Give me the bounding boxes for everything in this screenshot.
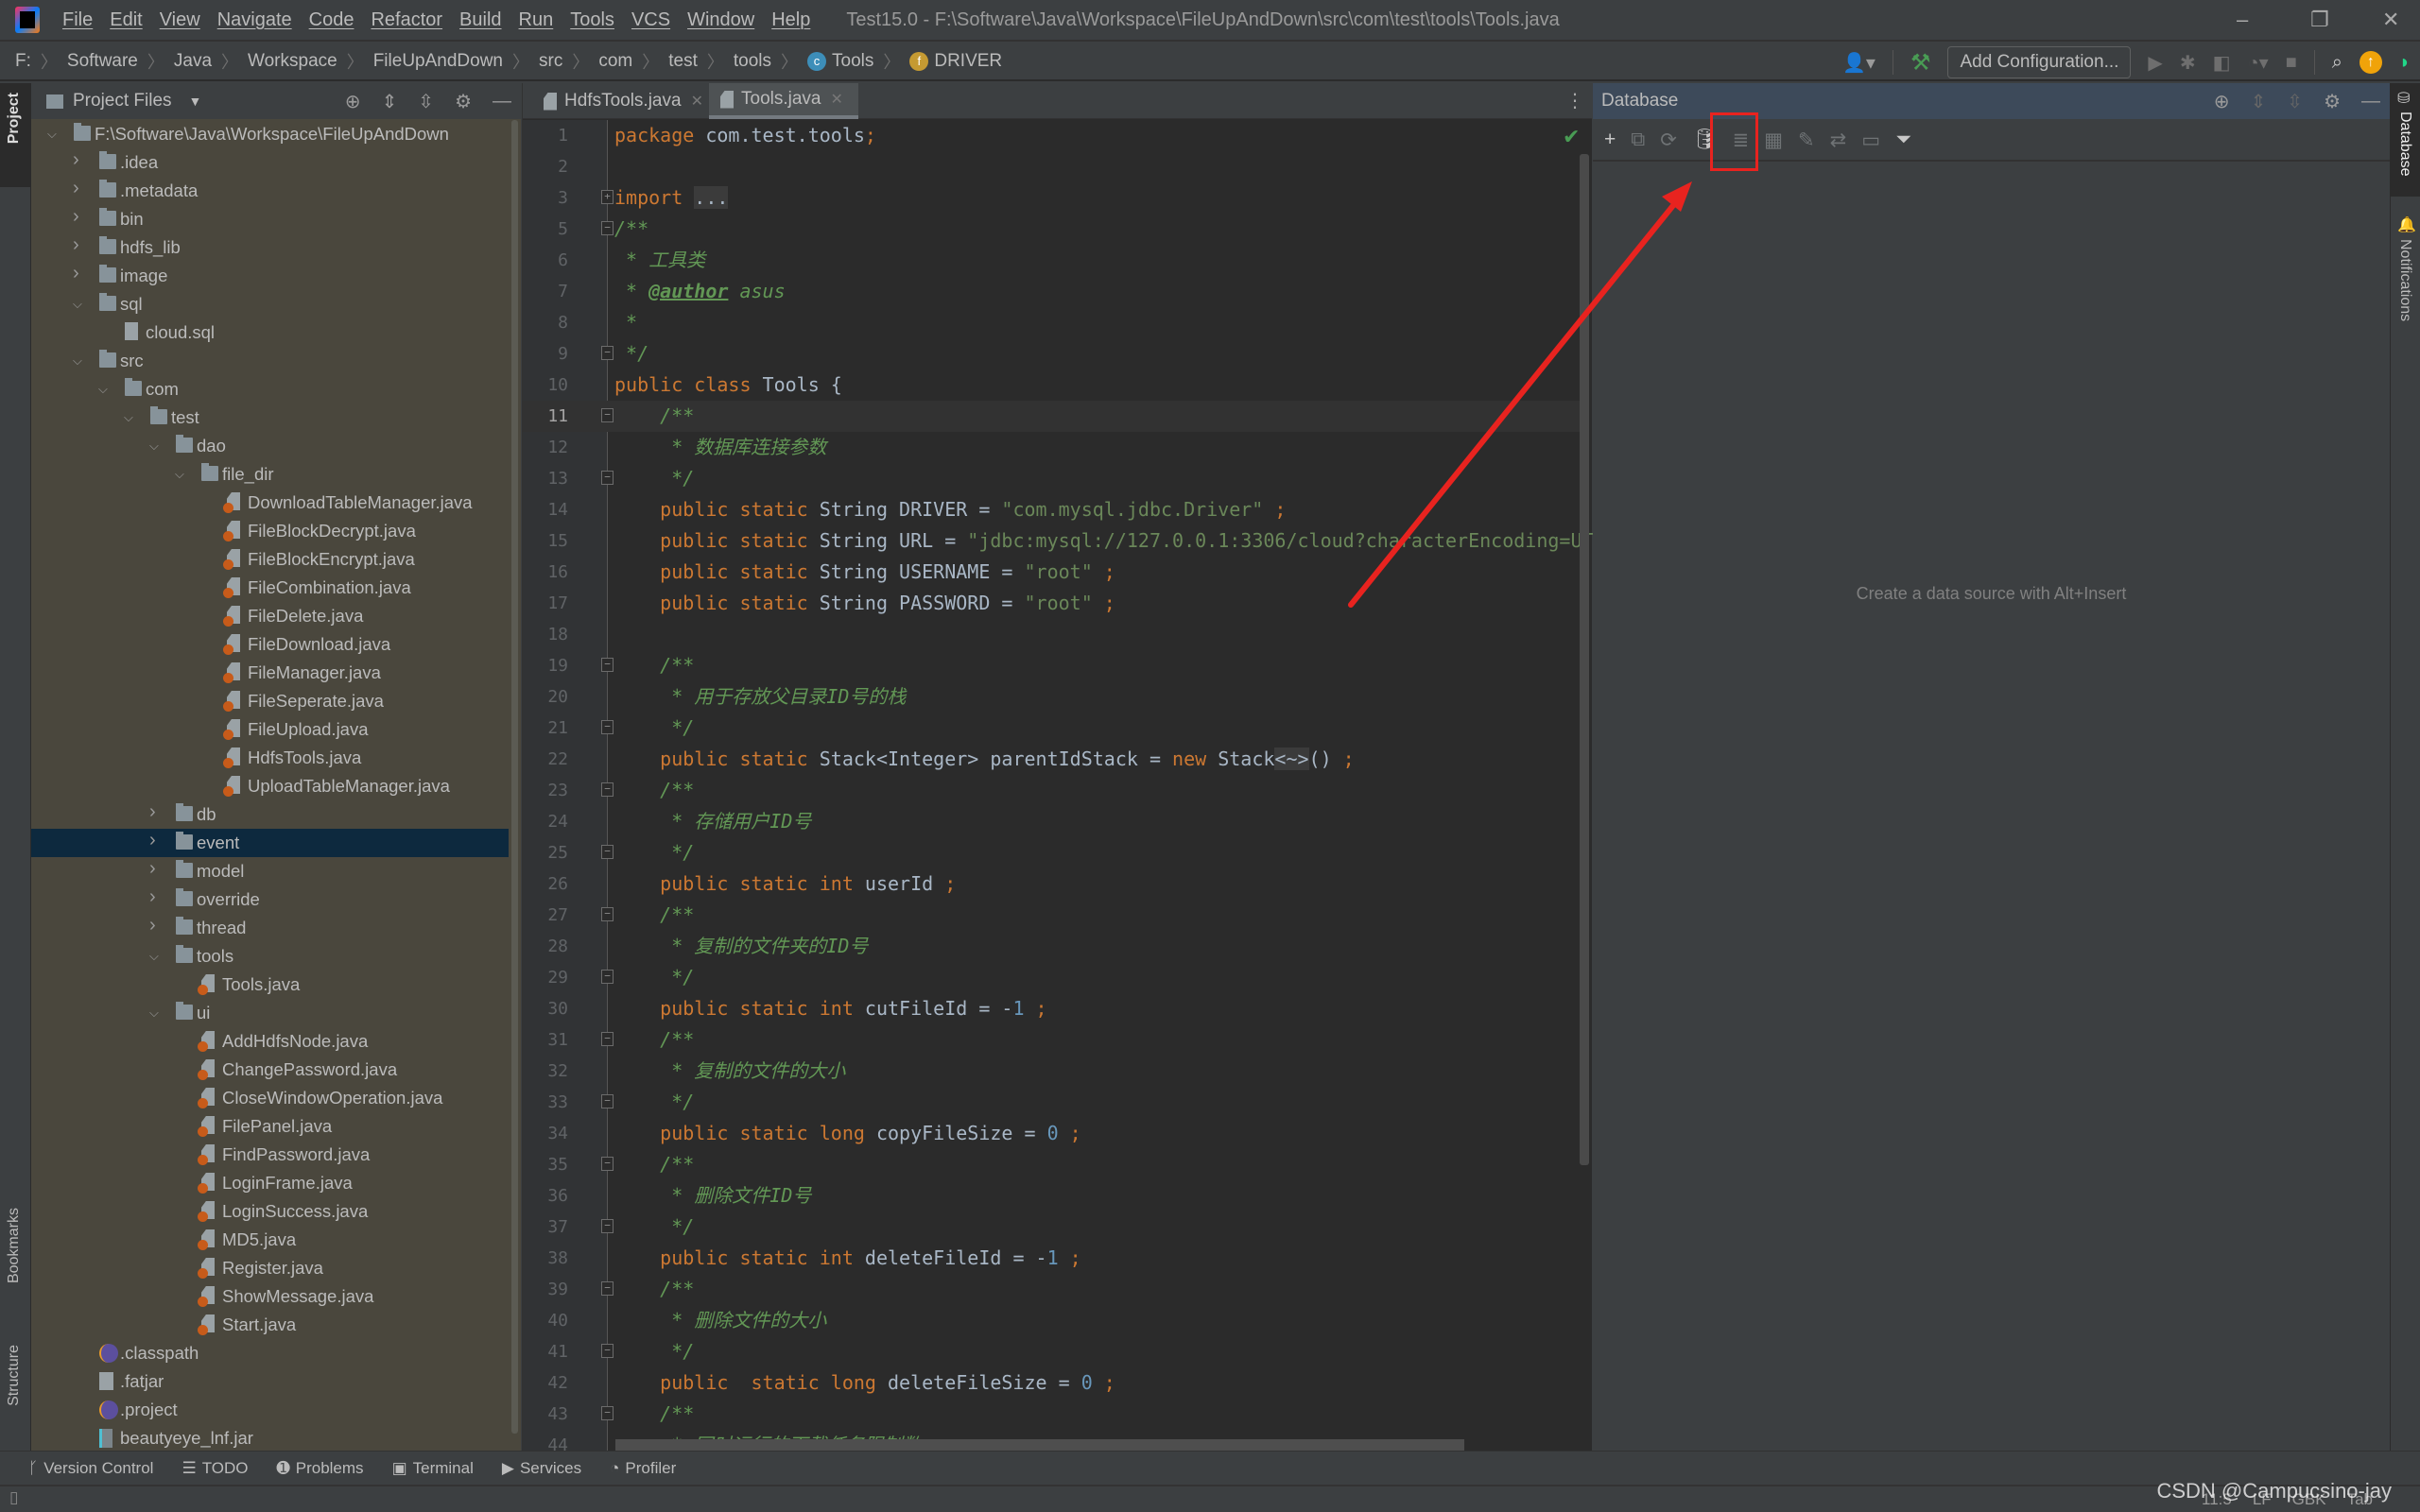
tool-label: TODO xyxy=(201,1458,249,1477)
arrow-shaft xyxy=(1348,191,1685,608)
tool-label: Services xyxy=(519,1458,582,1477)
problems-icon: ➊ xyxy=(276,1458,290,1477)
bottom-tool-bar: ᚴ Version Control ☰ TODO ➊ Problems ▣ Terminal ▶… xyxy=(0,1451,2420,1485)
list-icon: ☰ xyxy=(182,1458,197,1477)
tool-todo[interactable]: ☰ TODO xyxy=(182,1459,248,1478)
annotation-arrow xyxy=(1348,181,1692,608)
arrow-head xyxy=(1662,181,1692,212)
watermark: CSDN @Campucsino-jay xyxy=(2156,1479,2392,1503)
status-bar: ▯ 11:5 LF GBK Tab xyxy=(0,1485,2420,1512)
tool-label: Version Control xyxy=(43,1458,154,1477)
services-icon: ▶ xyxy=(501,1458,514,1477)
tool-profiler[interactable]: ◔ Profiler xyxy=(610,1459,676,1478)
tool-label: Profiler xyxy=(625,1458,677,1477)
tool-label: Terminal xyxy=(412,1458,474,1477)
tool-label: Problems xyxy=(295,1458,364,1477)
tool-problems[interactable]: ➊ Problems xyxy=(277,1459,364,1478)
tool-terminal[interactable]: ▣ Terminal xyxy=(392,1459,474,1478)
terminal-icon: ▣ xyxy=(391,1458,407,1477)
branch-icon: ᚴ xyxy=(28,1458,39,1477)
tool-version-control[interactable]: ᚴ Version Control xyxy=(28,1459,153,1478)
profiler-icon: ◔ xyxy=(610,1458,620,1477)
tool-services[interactable]: ▶ Services xyxy=(502,1459,581,1478)
layout-icon[interactable]: ▯ xyxy=(9,1488,18,1507)
